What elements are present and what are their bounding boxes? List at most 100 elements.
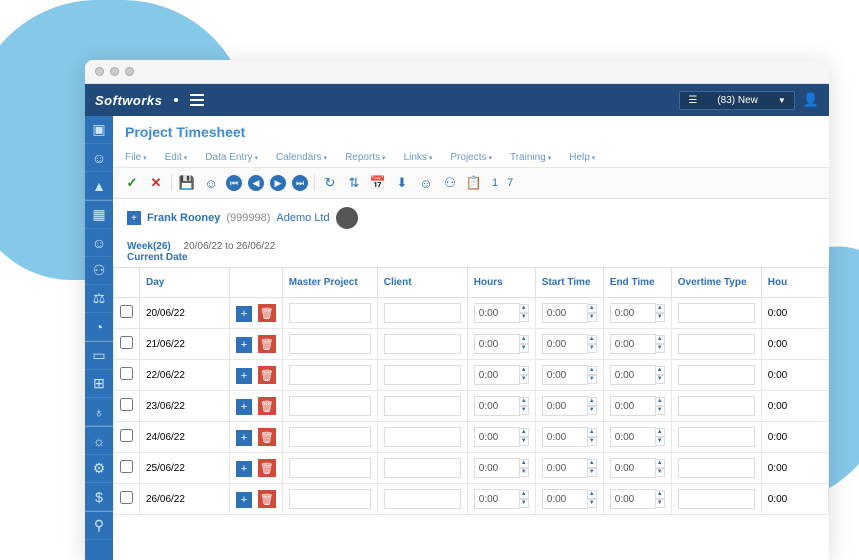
row-checkbox[interactable]	[120, 460, 133, 473]
overtime-input[interactable]	[678, 427, 755, 447]
tool-icon-2[interactable]: ⇅	[345, 174, 363, 192]
hours-input[interactable]: 0:00	[474, 396, 520, 416]
spin-up-icon[interactable]: ▲	[655, 397, 665, 406]
spin-down-icon[interactable]: ▼	[519, 437, 529, 446]
spin-down-icon[interactable]: ▼	[587, 468, 597, 477]
master-project-input[interactable]	[289, 489, 371, 509]
spin-up-icon[interactable]: ▲	[519, 490, 529, 499]
add-row-button[interactable]: +	[236, 306, 252, 322]
end-time-input[interactable]: 0:00	[610, 303, 656, 323]
spin-down-icon[interactable]: ▼	[587, 375, 597, 384]
delete-row-button[interactable]: 🗑	[258, 304, 276, 322]
overtime-input[interactable]	[678, 396, 755, 416]
master-project-input[interactable]	[289, 396, 371, 416]
row-checkbox[interactable]	[120, 398, 133, 411]
spin-up-icon[interactable]: ▲	[655, 459, 665, 468]
spin-up-icon[interactable]: ▲	[655, 490, 665, 499]
sidebar-team-icon[interactable]: ☺	[85, 229, 113, 257]
end-time-input[interactable]: 0:00	[610, 365, 656, 385]
sidebar-report-icon[interactable]: ⊞	[85, 370, 113, 398]
tool-icon-7[interactable]: 📋	[465, 174, 483, 192]
add-row-button[interactable]: +	[236, 430, 252, 446]
spin-up-icon[interactable]: ▲	[587, 397, 597, 406]
hours-input[interactable]: 0:00	[474, 427, 520, 447]
spin-up-icon[interactable]: ▲	[587, 490, 597, 499]
spin-down-icon[interactable]: ▼	[655, 437, 665, 446]
expand-button[interactable]: +	[127, 211, 141, 225]
spin-up-icon[interactable]: ▲	[519, 335, 529, 344]
spin-down-icon[interactable]: ▼	[587, 313, 597, 322]
spin-down-icon[interactable]: ▼	[655, 313, 665, 322]
toolbar-num-1[interactable]: 1	[492, 177, 498, 189]
sidebar-tool-icon[interactable]: ☼	[85, 427, 113, 455]
row-checkbox[interactable]	[120, 305, 133, 318]
menu-file[interactable]: File	[125, 152, 147, 163]
nav-first-icon[interactable]: ⏮	[226, 175, 242, 191]
sidebar-person-icon[interactable]: ▲	[85, 172, 113, 200]
master-project-input[interactable]	[289, 334, 371, 354]
tool-icon-5[interactable]: ☺	[417, 174, 435, 192]
spin-up-icon[interactable]: ▲	[655, 366, 665, 375]
row-checkbox[interactable]	[120, 367, 133, 380]
overtime-input[interactable]	[678, 365, 755, 385]
start-time-input[interactable]: 0:00	[542, 458, 588, 478]
add-row-button[interactable]: +	[236, 337, 252, 353]
start-time-input[interactable]: 0:00	[542, 303, 588, 323]
spin-up-icon[interactable]: ▲	[655, 428, 665, 437]
delete-row-button[interactable]: 🗑	[258, 459, 276, 477]
delete-row-button[interactable]: 🗑	[258, 428, 276, 446]
nav-prev-icon[interactable]: ◀	[248, 175, 264, 191]
hours-input[interactable]: 0:00	[474, 334, 520, 354]
menu-links[interactable]: Links	[404, 152, 433, 163]
spin-up-icon[interactable]: ▲	[587, 428, 597, 437]
sidebar-balance-icon[interactable]: ⚖	[85, 285, 113, 313]
client-input[interactable]	[384, 458, 461, 478]
end-time-input[interactable]: 0:00	[610, 458, 656, 478]
spin-down-icon[interactable]: ▼	[519, 313, 529, 322]
overtime-input[interactable]	[678, 303, 755, 323]
row-checkbox[interactable]	[120, 491, 133, 504]
cancel-icon[interactable]: ✕	[147, 174, 165, 192]
menu-training[interactable]: Training	[510, 152, 551, 163]
menu-help[interactable]: Help	[569, 152, 595, 163]
delete-row-button[interactable]: 🗑	[258, 397, 276, 415]
spin-down-icon[interactable]: ▼	[587, 437, 597, 446]
add-row-button[interactable]: +	[236, 368, 252, 384]
spin-up-icon[interactable]: ▲	[519, 366, 529, 375]
master-project-input[interactable]	[289, 458, 371, 478]
menu-calendars[interactable]: Calendars	[276, 152, 327, 163]
add-row-button[interactable]: +	[236, 461, 252, 477]
status-dropdown[interactable]: ☰ (83) New ▼	[679, 91, 794, 110]
delete-row-button[interactable]: 🗑	[258, 490, 276, 508]
confirm-icon[interactable]: ✓	[123, 174, 141, 192]
sidebar-user-icon[interactable]: ☺	[85, 144, 113, 172]
save-icon[interactable]: 💾	[178, 174, 196, 192]
sidebar-calendar-icon[interactable]: ▣	[85, 116, 113, 144]
tool-icon-6[interactable]: ⚇	[441, 174, 459, 192]
toolbar-num-7[interactable]: 7	[507, 177, 513, 189]
menu-reports[interactable]: Reports	[345, 152, 385, 163]
menu-toggle-icon[interactable]	[190, 94, 204, 106]
client-input[interactable]	[384, 334, 461, 354]
end-time-input[interactable]: 0:00	[610, 396, 656, 416]
window-dot[interactable]	[110, 67, 119, 76]
spin-down-icon[interactable]: ▼	[655, 406, 665, 415]
spin-down-icon[interactable]: ▼	[519, 375, 529, 384]
client-input[interactable]	[384, 365, 461, 385]
window-dot[interactable]	[95, 67, 104, 76]
start-time-input[interactable]: 0:00	[542, 334, 588, 354]
spin-up-icon[interactable]: ▲	[655, 304, 665, 313]
nav-last-icon[interactable]: ⏭	[292, 175, 308, 191]
master-project-input[interactable]	[289, 427, 371, 447]
menu-projects[interactable]: Projects	[450, 152, 492, 163]
menu-data-entry[interactable]: Data Entry	[205, 152, 258, 163]
spin-down-icon[interactable]: ▼	[655, 499, 665, 508]
start-time-input[interactable]: 0:00	[542, 489, 588, 509]
client-input[interactable]	[384, 396, 461, 416]
sidebar-money-icon[interactable]: $	[85, 483, 113, 511]
spin-up-icon[interactable]: ▲	[587, 304, 597, 313]
sidebar-key-icon[interactable]: ♁	[85, 398, 113, 426]
sidebar-settings-icon[interactable]: ⚙	[85, 455, 113, 483]
spin-up-icon[interactable]: ▲	[587, 335, 597, 344]
overtime-input[interactable]	[678, 489, 755, 509]
